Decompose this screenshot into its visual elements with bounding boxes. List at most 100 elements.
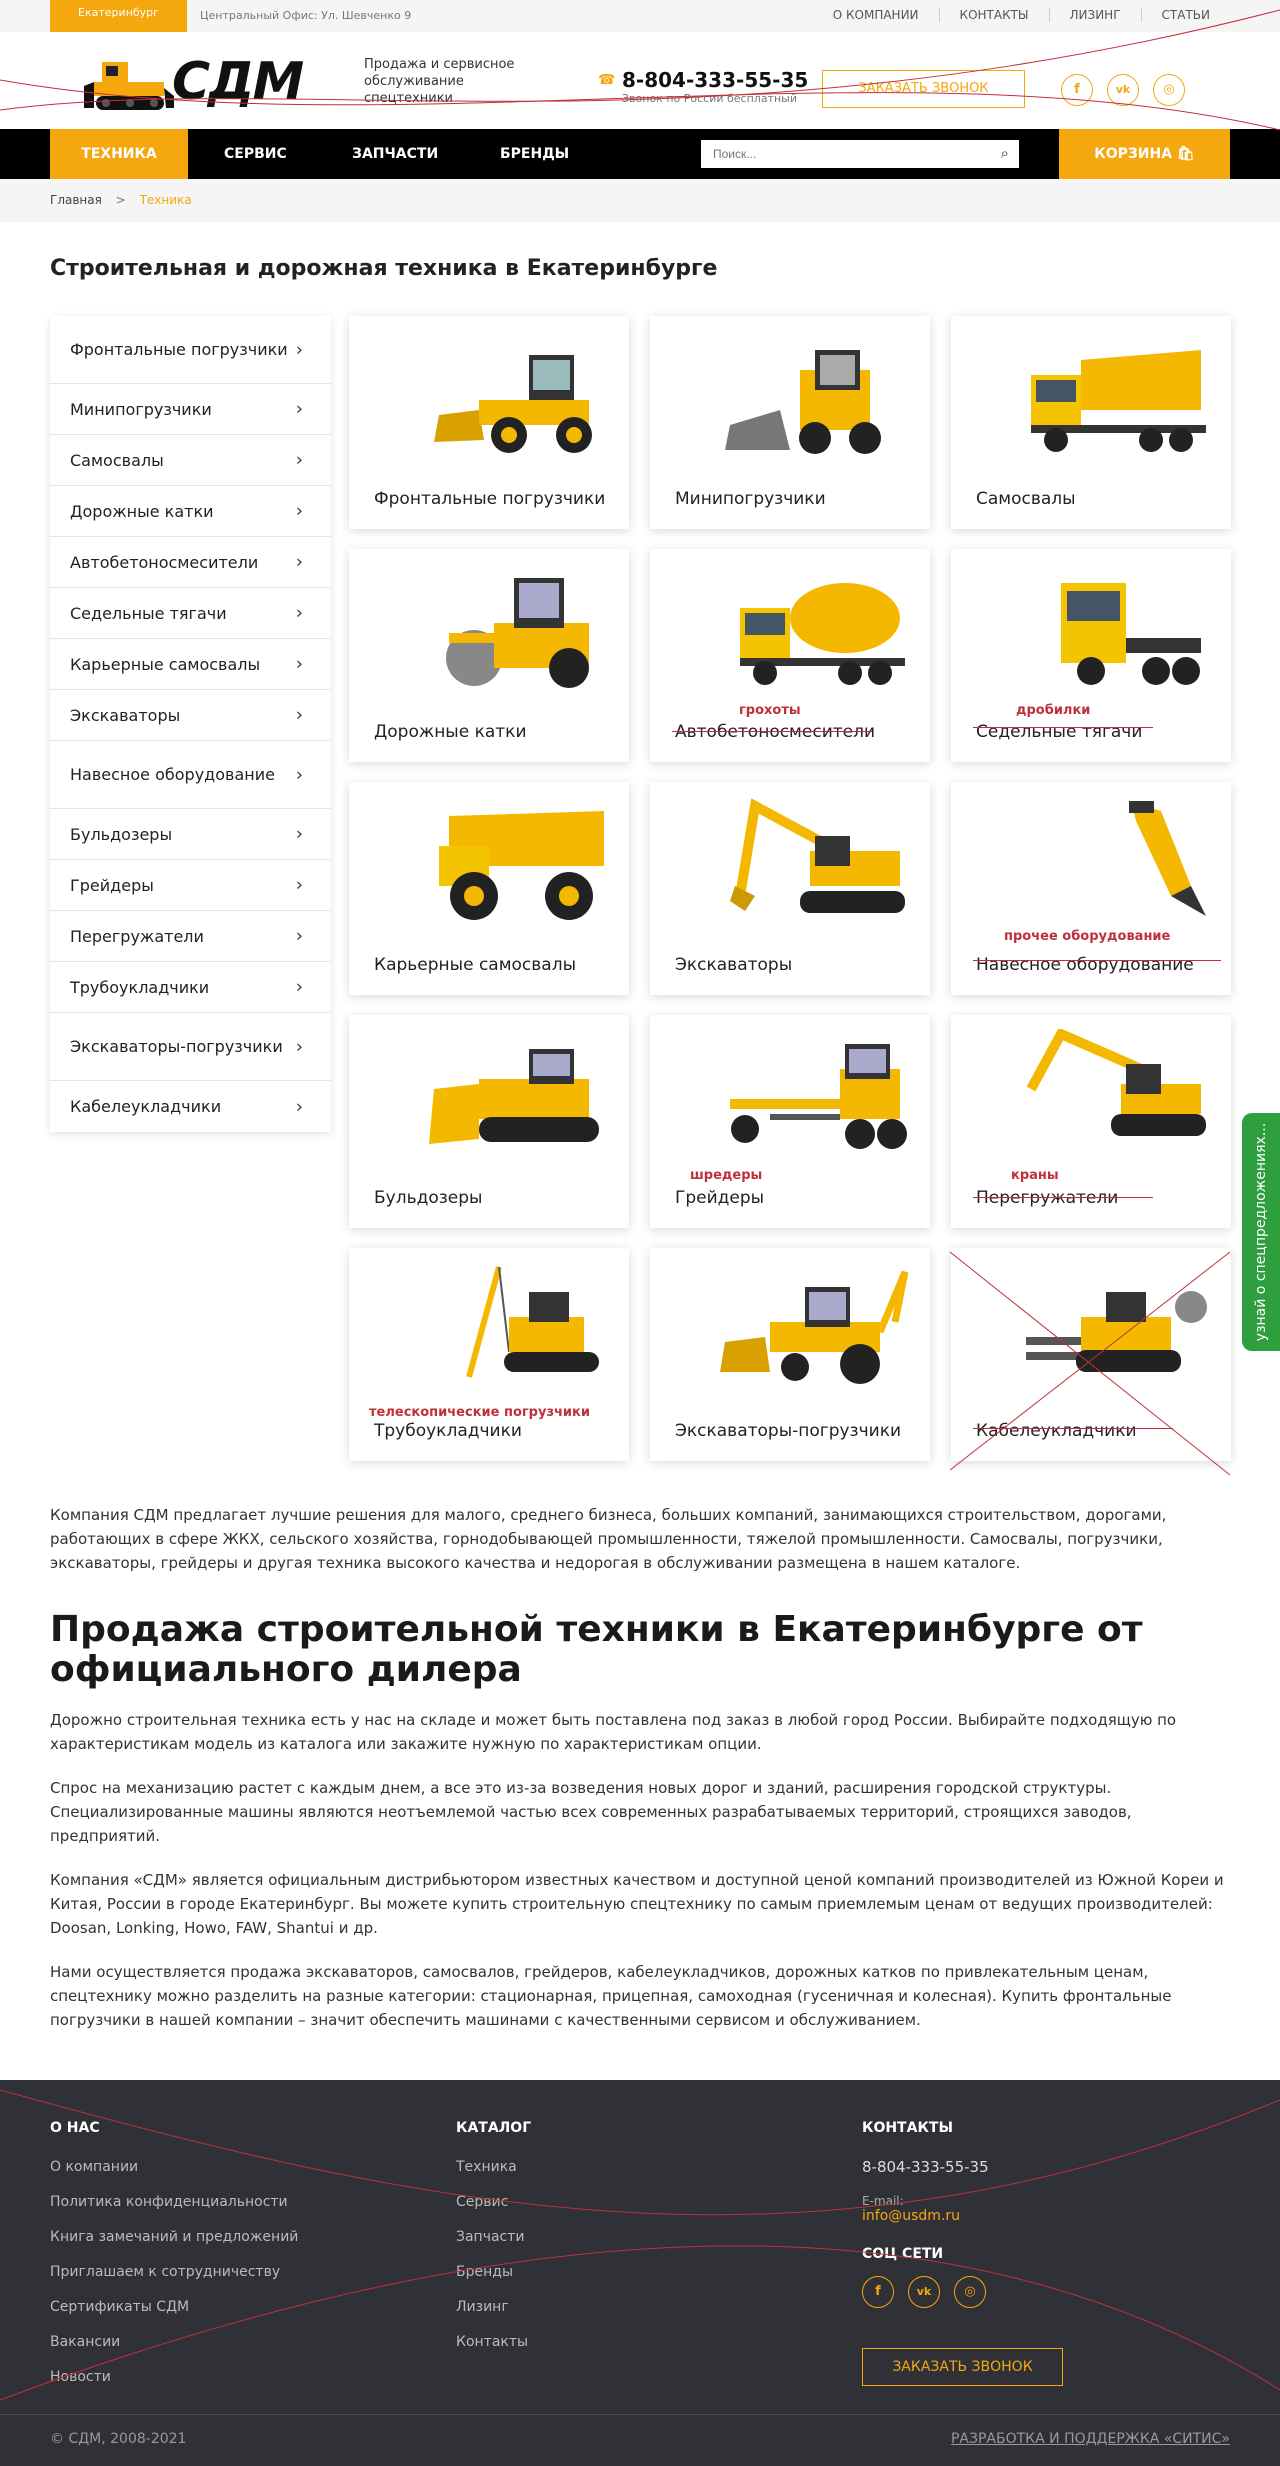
footer-link[interactable]: Сервис — [456, 2193, 531, 2211]
developer-link[interactable]: РАЗРАБОТКА И ПОДДЕРЖКА «СИТИС» — [951, 2431, 1230, 2447]
special-offers-tab[interactable]: узнай о спецпредложениях... — [1242, 1113, 1280, 1351]
sidebar-item[interactable]: Грейдеры › — [50, 860, 331, 911]
top-link-leasing[interactable]: ЛИЗИНГ — [1048, 8, 1141, 22]
sidebar-item[interactable]: Экскаваторы-погрузчики › — [50, 1013, 331, 1081]
description: Дорожно строительная техника есть у нас … — [50, 1708, 1230, 2052]
footer-link[interactable]: Запчасти — [456, 2228, 531, 2246]
strike-line — [973, 727, 1153, 728]
card-label: Экскаваторы — [675, 955, 793, 975]
footer-link[interactable]: Политика конфиденциальности — [50, 2193, 298, 2211]
copyright: © СДМ, 2008-2021 — [50, 2431, 187, 2447]
vk-icon[interactable]: vk — [908, 2276, 940, 2308]
card-label: Перегружатели — [976, 1188, 1119, 1208]
chevron-right-icon: › — [295, 398, 303, 420]
nav-item-brands[interactable]: БРЕНДЫ — [500, 129, 569, 179]
skid-steer-image — [725, 350, 881, 454]
chevron-right-icon: › — [295, 449, 303, 471]
footer-link[interactable]: Сертификаты СДМ — [50, 2298, 298, 2316]
footer-link[interactable]: Новости — [50, 2368, 298, 2386]
category-card[interactable]: Дорожные катки — [349, 549, 629, 762]
sidebar-item[interactable]: Бульдозеры › — [50, 809, 331, 860]
chevron-right-icon: › — [295, 602, 303, 624]
footer-link[interactable]: Контакты — [456, 2333, 531, 2351]
category-card[interactable]: дробилки Седельные тягачи — [951, 549, 1231, 762]
category-card[interactable]: Экскаваторы — [650, 782, 930, 995]
sidebar-item-label: Экскаваторы-погрузчики — [70, 1037, 283, 1056]
category-card[interactable]: Карьерные самосвалы — [349, 782, 629, 995]
footer-link[interactable]: Приглашаем к сотрудничеству — [50, 2263, 298, 2281]
card-note: грохоты — [739, 703, 801, 718]
breadcrumb-home[interactable]: Главная — [50, 193, 102, 207]
footer: О НАС О компании Политика конфиденциальн… — [0, 2080, 1280, 2466]
sidebar-item-label: Минипогрузчики — [70, 399, 212, 419]
sidebar-item[interactable]: Автобетоносмесители › — [50, 537, 331, 588]
category-card[interactable]: шредеры Грейдеры — [650, 1015, 930, 1228]
sidebar-item-label: Перегружатели — [70, 926, 204, 946]
card-note: дробилки — [1016, 703, 1091, 718]
sidebar-item[interactable]: Кабелеукладчики › — [50, 1081, 331, 1132]
nav-item-technika[interactable]: ТЕХНИКА — [50, 129, 188, 179]
category-card[interactable]: Экскаваторы-погрузчики — [650, 1248, 930, 1461]
footer-phone[interactable]: 8-804-333-55-35 — [862, 2158, 1063, 2176]
category-card[interactable]: краны Перегружатели — [951, 1015, 1231, 1228]
nav-item-service[interactable]: СЕРВИС — [224, 129, 287, 179]
facebook-icon[interactable]: f — [1061, 74, 1093, 106]
category-card[interactable]: прочее оборудование Навесное оборудовани… — [951, 782, 1231, 995]
footer-email[interactable]: info@usdm.ru — [862, 2208, 1063, 2224]
nav-item-parts[interactable]: ЗАПЧАСТИ — [352, 129, 438, 179]
footer-link[interactable]: Книга замечаний и предложений — [50, 2228, 298, 2246]
cart-button[interactable]: КОРЗИНА 🛍︎ — [1059, 129, 1230, 179]
category-card[interactable]: Фронтальные погрузчики — [349, 316, 629, 529]
instagram-icon[interactable]: ◎ — [1153, 74, 1185, 106]
category-card[interactable]: грохоты Автобетоносмесители — [650, 549, 930, 762]
top-link-articles[interactable]: СТАТЬИ — [1140, 8, 1230, 22]
footer-email-label: E-mail: — [862, 2194, 904, 2208]
logo-text[interactable]: СДМ — [172, 52, 304, 112]
instagram-icon[interactable]: ◎ — [954, 2276, 986, 2308]
sidebar-item-label: Бульдозеры — [70, 824, 173, 844]
footer-bottom: © СДМ, 2008-2021 РАЗРАБОТКА И ПОДДЕРЖКА … — [0, 2414, 1280, 2466]
callback-button[interactable]: ЗАКАЗАТЬ ЗВОНОК — [822, 70, 1025, 108]
sidebar-item[interactable]: Минипогрузчики › — [50, 384, 331, 435]
special-offers-label: узнай о спецпредложениях... — [1253, 1122, 1269, 1342]
sidebar-item[interactable]: Фронтальные погрузчики › — [50, 316, 331, 384]
sidebar-item[interactable]: Перегружатели › — [50, 911, 331, 962]
sidebar-item[interactable]: Самосвалы › — [50, 435, 331, 486]
footer-callback-button[interactable]: ЗАКАЗАТЬ ЗВОНОК — [862, 2348, 1063, 2386]
footer-link[interactable]: Лизинг — [456, 2298, 531, 2316]
vk-icon[interactable]: vk — [1107, 74, 1139, 106]
footer-heading: О НАС — [50, 2120, 100, 2136]
sidebar-item[interactable]: Трубоукладчики › — [50, 962, 331, 1013]
city-selector[interactable]: Екатеринбург — [50, 0, 187, 32]
footer-link[interactable]: Техника — [456, 2158, 531, 2176]
sidebar-item[interactable]: Навесное оборудование › — [50, 741, 331, 809]
sidebar-item[interactable]: Карьерные самосвалы › — [50, 639, 331, 690]
footer-link[interactable]: Бренды — [456, 2263, 531, 2281]
wheel-loader-image — [434, 355, 592, 453]
footer-link[interactable]: Вакансии — [50, 2333, 298, 2351]
sidebar-item-label: Грейдеры — [70, 875, 154, 895]
footer-link[interactable]: О компании — [50, 2158, 298, 2176]
category-card[interactable]: Минипогрузчики — [650, 316, 930, 529]
phone-number[interactable]: 8-804-333-55-35 — [622, 68, 808, 92]
card-note: шредеры — [690, 1168, 763, 1183]
dump-truck-image — [1031, 350, 1206, 452]
sidebar-item[interactable]: Дорожные катки › — [50, 486, 331, 537]
category-card[interactable]: Бульдозеры — [349, 1015, 629, 1228]
topbar: Екатеринбург Центральный Офис: Ул. Шевче… — [0, 0, 1280, 32]
strike-line — [973, 960, 1221, 961]
sidebar-item[interactable]: Экскаваторы › — [50, 690, 331, 741]
sidebar-item[interactable]: Седельные тягачи › — [50, 588, 331, 639]
paragraph: Дорожно строительная техника есть у нас … — [50, 1711, 1177, 1753]
top-link-contacts[interactable]: КОНТАКТЫ — [938, 8, 1049, 22]
search-input[interactable] — [701, 140, 981, 168]
header: СДМ Продажа и сервисное обслуживание спе… — [0, 32, 1280, 129]
logo-bulldozer-icon[interactable] — [84, 52, 174, 112]
top-link-about[interactable]: О КОМПАНИИ — [813, 8, 939, 22]
category-card[interactable]: телескопические погрузчики Трубоукладчик… — [349, 1248, 629, 1461]
facebook-icon[interactable]: f — [862, 2276, 894, 2308]
category-card[interactable]: Кабелеукладчики — [951, 1248, 1231, 1461]
category-card[interactable]: Самосвалы — [951, 316, 1231, 529]
search-icon[interactable]: ⌕ — [1001, 144, 1009, 162]
paragraph: Компания «СДМ» является официальным дист… — [50, 1871, 1224, 1937]
